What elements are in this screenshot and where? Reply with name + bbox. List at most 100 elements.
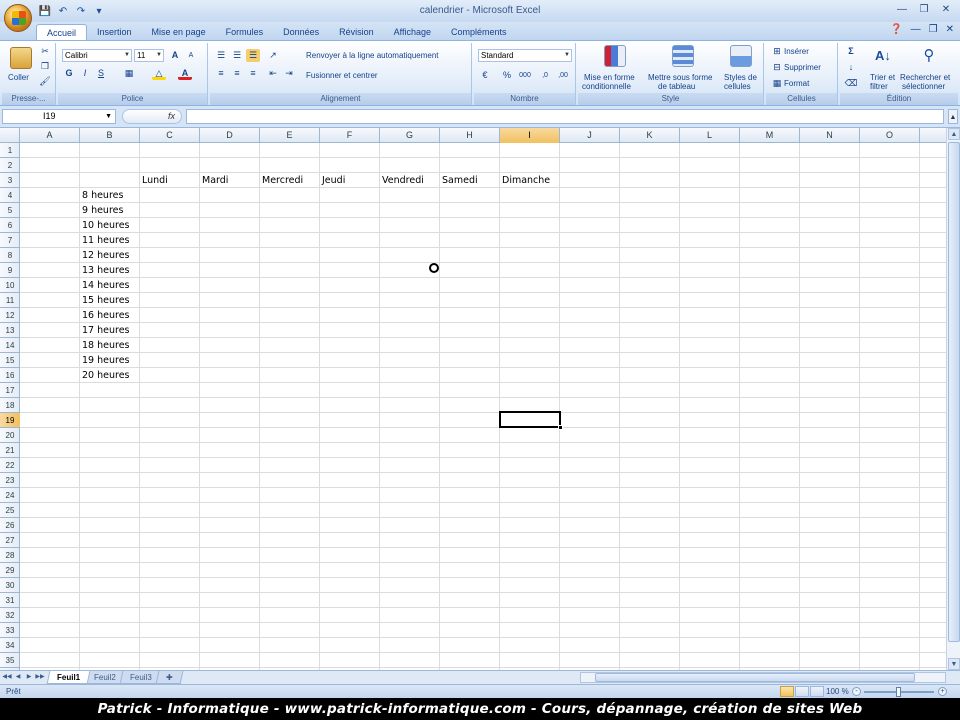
- cell-hour-13[interactable]: 20 heures: [80, 368, 130, 383]
- insert-cells-icon[interactable]: ⊞: [770, 45, 784, 58]
- bold-icon[interactable]: G: [62, 67, 76, 80]
- column-header-e[interactable]: E: [260, 128, 320, 143]
- paste-button[interactable]: Coller: [8, 73, 29, 82]
- column-header-h[interactable]: H: [440, 128, 500, 143]
- normal-view-icon[interactable]: [780, 686, 794, 697]
- row-header-10[interactable]: 10: [0, 278, 20, 293]
- cell-styles-icon[interactable]: [730, 45, 752, 67]
- row-header-17[interactable]: 17: [0, 383, 20, 398]
- help-icon[interactable]: ❓: [890, 24, 902, 35]
- fill-color-icon[interactable]: △: [152, 67, 166, 80]
- cell-day-3[interactable]: Mercredi: [260, 173, 303, 188]
- cell-styles-line1[interactable]: Styles de: [724, 73, 757, 82]
- font-color-icon[interactable]: A: [178, 67, 192, 80]
- expand-formula-icon[interactable]: ▲: [948, 109, 958, 124]
- decrease-decimal-icon[interactable]: ,00: [556, 69, 570, 82]
- merge-center-button[interactable]: Fusionner et centrer: [306, 71, 378, 80]
- increase-indent-icon[interactable]: ⇥: [282, 67, 296, 80]
- column-header-c[interactable]: C: [140, 128, 200, 143]
- name-box[interactable]: I19 ▼: [2, 109, 116, 124]
- row-header-1[interactable]: 1: [0, 143, 20, 158]
- row-header-32[interactable]: 32: [0, 608, 20, 623]
- underline-icon[interactable]: S: [94, 67, 108, 80]
- row-header-27[interactable]: 27: [0, 533, 20, 548]
- autosum-icon[interactable]: Σ: [844, 45, 858, 58]
- next-sheet-icon[interactable]: ▶: [24, 672, 34, 683]
- row-header-6[interactable]: 6: [0, 218, 20, 233]
- page-break-view-icon[interactable]: [810, 686, 824, 697]
- format-painter-icon[interactable]: 🖌: [38, 75, 52, 88]
- fill-handle[interactable]: [558, 425, 563, 430]
- cell-area[interactable]: Lundi Mardi Mercredi Jeudi Vendredi Samedi Dim…: [20, 143, 946, 670]
- row-header-4[interactable]: 4: [0, 188, 20, 203]
- cell-hour-2[interactable]: 9 heures: [80, 203, 123, 218]
- conditional-format-icon[interactable]: [604, 45, 626, 67]
- insert-button[interactable]: Insérer: [784, 47, 809, 56]
- select-all-corner[interactable]: [0, 128, 20, 143]
- column-header-m[interactable]: M: [740, 128, 800, 143]
- row-header-18[interactable]: 18: [0, 398, 20, 413]
- row-header-23[interactable]: 23: [0, 473, 20, 488]
- align-left-icon[interactable]: ≡: [214, 67, 228, 80]
- row-header-31[interactable]: 31: [0, 593, 20, 608]
- cell-day-6[interactable]: Samedi: [440, 173, 478, 188]
- grow-font-icon[interactable]: A: [168, 49, 182, 62]
- column-header-g[interactable]: G: [380, 128, 440, 143]
- cell-day-1[interactable]: Lundi: [140, 173, 168, 188]
- increase-decimal-icon[interactable]: ,0: [538, 69, 552, 82]
- copy-icon[interactable]: ❐: [38, 60, 52, 73]
- row-header-20[interactable]: 20: [0, 428, 20, 443]
- cell-hour-9[interactable]: 16 heures: [80, 308, 130, 323]
- column-header-i[interactable]: I: [500, 128, 560, 143]
- scroll-down-icon[interactable]: ▼: [948, 658, 960, 670]
- row-header-34[interactable]: 34: [0, 638, 20, 653]
- thousands-icon[interactable]: 000: [518, 69, 532, 82]
- vertical-scroll-thumb[interactable]: [948, 142, 960, 642]
- column-header-k[interactable]: K: [620, 128, 680, 143]
- cell-hour-4[interactable]: 11 heures: [80, 233, 130, 248]
- row-header-28[interactable]: 28: [0, 548, 20, 563]
- format-button[interactable]: Format: [784, 79, 809, 88]
- column-header-b[interactable]: B: [80, 128, 140, 143]
- column-header-d[interactable]: D: [200, 128, 260, 143]
- formula-input[interactable]: [186, 109, 944, 124]
- orientation-icon[interactable]: ↗: [266, 49, 280, 62]
- format-as-table-line2[interactable]: de tableau: [658, 82, 695, 91]
- cell-hour-12[interactable]: 19 heures: [80, 353, 130, 368]
- cell-hour-7[interactable]: 14 heures: [80, 278, 130, 293]
- row-header-25[interactable]: 25: [0, 503, 20, 518]
- column-header-l[interactable]: L: [680, 128, 740, 143]
- align-middle-icon[interactable]: ☰: [230, 49, 244, 62]
- chevron-down-icon[interactable]: ▼: [105, 110, 112, 123]
- format-as-table-line1[interactable]: Mettre sous forme: [648, 73, 712, 82]
- sort-filter-line2[interactable]: filtrer: [870, 82, 888, 91]
- zoom-level[interactable]: 100 %: [826, 685, 849, 699]
- cell-day-4[interactable]: Jeudi: [320, 173, 345, 188]
- find-select-line2[interactable]: sélectionner: [902, 82, 945, 91]
- row-header-26[interactable]: 26: [0, 518, 20, 533]
- currency-icon[interactable]: €: [478, 69, 492, 82]
- tab-revision[interactable]: Révision: [329, 24, 384, 40]
- row-header-16[interactable]: 16: [0, 368, 20, 383]
- cell-hour-10[interactable]: 17 heures: [80, 323, 130, 338]
- percent-icon[interactable]: %: [500, 69, 514, 82]
- number-format-combo[interactable]: Standard ▼: [478, 49, 572, 62]
- worksheet-grid[interactable]: ABCDEFGHIJKLMNO 1 2 3 4 5 6 7 8 9 10 11 12 13 14 15 16 1…: [0, 128, 946, 670]
- scroll-up-icon[interactable]: ▲: [948, 128, 960, 140]
- font-name-combo[interactable]: Calibri ▼: [62, 49, 132, 62]
- shrink-font-icon[interactable]: A: [184, 49, 198, 62]
- clear-icon[interactable]: ⌫: [844, 77, 858, 90]
- align-center-icon[interactable]: ≡: [230, 67, 244, 80]
- office-button[interactable]: [4, 4, 32, 32]
- row-header-21[interactable]: 21: [0, 443, 20, 458]
- row-header-13[interactable]: 13: [0, 323, 20, 338]
- find-select-line1[interactable]: Rechercher et: [900, 73, 950, 82]
- row-header-35[interactable]: 35: [0, 653, 20, 668]
- row-header-3[interactable]: 3: [0, 173, 20, 188]
- row-header-19[interactable]: 19: [0, 413, 20, 428]
- column-header-a[interactable]: A: [20, 128, 80, 143]
- cell-day-2[interactable]: Mardi: [200, 173, 228, 188]
- wrap-text-button[interactable]: Renvoyer à la ligne automatiquement: [306, 51, 439, 60]
- delete-cells-icon[interactable]: ⊟: [770, 61, 784, 74]
- column-header-n[interactable]: N: [800, 128, 860, 143]
